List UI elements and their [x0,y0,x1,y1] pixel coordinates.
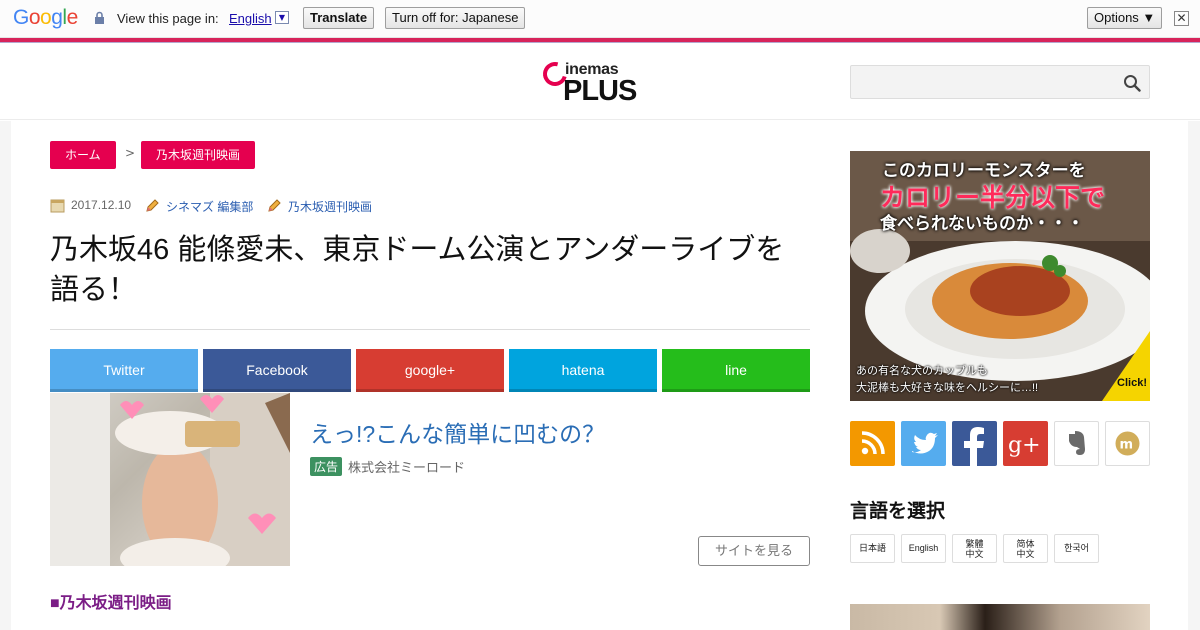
lang-english-button[interactable]: English [901,534,946,563]
ad-badge: 広告 [310,457,343,476]
rss-button[interactable] [850,421,895,466]
author-link[interactable]: シネマズ 編集部 [166,198,253,215]
google-logo-letter: e [66,6,79,29]
options-button[interactable]: Options ▼ [1087,7,1163,29]
google-logo-letter: G [13,6,29,29]
language-link[interactable]: English [229,11,272,26]
view-page-text: View this page in: [117,11,219,26]
lang-japanese-button[interactable]: 日本語 [850,534,895,563]
google-logo-letter: g [51,6,63,29]
banner-bottom-1: あの有名な犬のカップルも [856,365,988,377]
mixi-icon: m [1115,431,1140,456]
sidebar-photo[interactable] [850,604,1150,630]
site-logo[interactable]: inemas PLUS [538,57,643,107]
google-logo-letter: o [28,6,41,29]
lang-simplified-chinese-label: 简体中文 [1016,539,1035,559]
google-plus-button[interactable]: g+ [1003,421,1048,466]
lang-traditional-chinese-label: 繁體中文 [965,539,984,559]
post-date: 2017.12.10 [71,198,132,212]
close-icon[interactable]: ✕ [1174,11,1189,26]
translate-bar: Google View this page in: English ▼ Tran… [0,0,1200,38]
search-input[interactable] [851,66,1111,98]
ad-title[interactable]: えっ!?こんな簡単に凹むの？ [310,415,605,449]
lock-icon [95,11,104,24]
ad-visit-button[interactable]: サイトを見る [698,536,810,566]
logo-bottom-text: PLUS [563,75,637,107]
translate-button[interactable]: Translate [303,7,375,29]
language-dropdown-icon[interactable]: ▼ [275,11,289,24]
share-google-plus-button[interactable]: google+ [356,349,504,392]
category-link[interactable]: 乃木坂週刊映画 [288,198,372,215]
turn-off-button[interactable]: Turn off for: Japanese [385,7,526,29]
svg-text:g+: g+ [1008,433,1041,458]
language-heading: 言語を選択 [850,501,946,522]
twitter-button[interactable] [901,421,946,466]
top-accent-line [0,38,1200,43]
share-facebook-button[interactable]: Facebook [203,349,351,392]
lang-korean-button[interactable]: 한국어 [1054,534,1099,563]
mixi-button[interactable]: m [1105,421,1150,466]
google-plus-icon: g+ [1008,433,1041,458]
sidebar-banner[interactable]: このカロリーモンスターを カロリー半分以下で 食べられないものか・・・ あの有名… [850,151,1150,401]
search-icon[interactable] [1123,74,1141,92]
share-twitter-button[interactable]: Twitter [50,349,198,392]
evernote-icon [1069,431,1085,455]
banner-bottom-2: 大泥棒も大好きな味をヘルシーに…!! [856,382,1039,394]
lang-traditional-chinese-button[interactable]: 繁體中文 [952,534,997,563]
share-line-button[interactable]: line [662,349,810,392]
divider [50,329,810,330]
banner-click-label: Click! [1117,377,1147,389]
article-title: 乃木坂46 能條愛未、東京ドーム公演とアンダーライブを語る！ [50,234,785,306]
pencil-icon [146,199,159,212]
google-logo-letter: o [40,6,52,29]
ad-company: 株式会社ミーロード [348,460,466,475]
ad-photo [50,393,290,566]
ad-image[interactable] [50,393,290,566]
banner-line-3: 食べられないものか・・・ [880,214,1084,233]
svg-text:m: m [1120,438,1134,453]
evernote-button[interactable] [1054,421,1099,466]
calendar-icon [50,199,65,213]
breadcrumb-home[interactable]: ホーム [50,141,116,169]
pencil-icon [268,199,281,212]
breadcrumb-separator: > [125,146,136,160]
search-box [850,65,1150,99]
breadcrumb-category[interactable]: 乃木坂週刊映画 [141,141,256,169]
site-header: inemas PLUS [0,44,1200,120]
facebook-icon [964,427,984,466]
facebook-button[interactable] [952,421,997,466]
google-logo: Google [13,6,78,30]
lang-simplified-chinese-button[interactable]: 简体中文 [1003,534,1048,563]
twitter-icon [912,432,938,454]
rss-icon [861,431,885,455]
section-tag: ■乃木坂週刊映画 [50,595,172,612]
share-hatena-button[interactable]: hatena [509,349,657,392]
